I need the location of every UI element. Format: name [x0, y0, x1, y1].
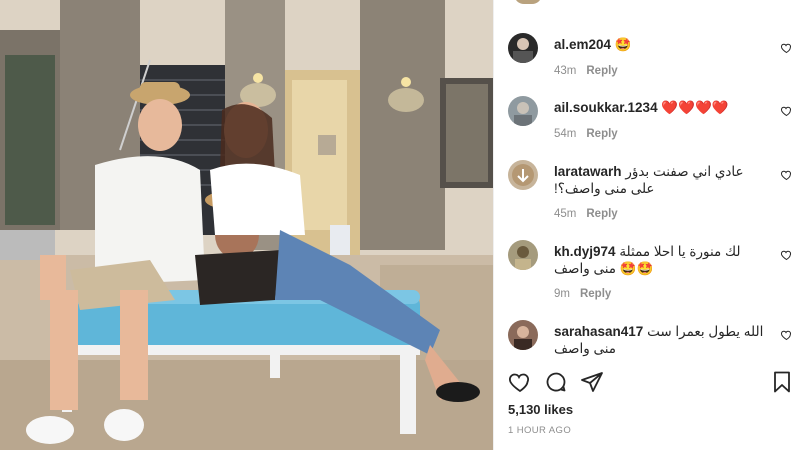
- avatar[interactable]: [514, 0, 542, 4]
- comment-username[interactable]: al.em204: [554, 37, 611, 52]
- heart-icon[interactable]: [780, 105, 793, 117]
- comment-time[interactable]: 9m: [554, 288, 570, 300]
- reply-button[interactable]: Reply: [586, 65, 617, 77]
- comment-text-line2: منى واصف 🤩🤩: [554, 261, 654, 276]
- likes-count[interactable]: 5,130 likes: [508, 402, 573, 417]
- comment-username[interactable]: kh.dyj974: [554, 244, 616, 259]
- comment-text: 🤩: [614, 37, 632, 52]
- heart-icon[interactable]: [780, 169, 793, 181]
- comment-text: الله يطول بعمرا ست: [647, 324, 764, 339]
- comment-text: لك منورة يا احلا ممثلة: [619, 244, 741, 259]
- comment-username[interactable]: laratawarh: [554, 164, 622, 179]
- post-photo[interactable]: [0, 0, 493, 450]
- comment-time[interactable]: 54m: [554, 128, 576, 140]
- comment-username[interactable]: sarahasan417: [554, 324, 643, 339]
- heart-icon[interactable]: [780, 249, 793, 261]
- comment-icon[interactable]: [544, 370, 568, 394]
- comment-username[interactable]: ail.soukkar.1234: [554, 100, 658, 115]
- comment-time[interactable]: 45m: [554, 208, 576, 220]
- reply-button[interactable]: Reply: [586, 208, 617, 220]
- heart-icon[interactable]: [508, 370, 532, 394]
- comments-panel: al.em204 🤩 43m Reply ail.soukkar.1234 ❤️❤…: [493, 0, 800, 450]
- avatar[interactable]: [508, 320, 538, 350]
- avatar[interactable]: [508, 240, 538, 270]
- comment-text-line2: !على منى واصف؟: [554, 181, 655, 196]
- avatar[interactable]: [508, 160, 538, 190]
- reply-button[interactable]: Reply: [580, 288, 611, 300]
- reply-button[interactable]: Reply: [586, 128, 617, 140]
- bookmark-icon[interactable]: [770, 370, 794, 394]
- post-timestamp[interactable]: 1 HOUR AGO: [508, 425, 571, 436]
- avatar[interactable]: [508, 33, 538, 63]
- comment-text: ❤️❤️❤️❤️: [661, 100, 729, 115]
- heart-icon[interactable]: [780, 42, 793, 54]
- avatar[interactable]: [508, 96, 538, 126]
- post-image: [0, 0, 493, 450]
- share-icon[interactable]: [580, 370, 604, 394]
- comment-time[interactable]: 43m: [554, 65, 576, 77]
- comment-text-line2: منى واصف: [554, 341, 617, 356]
- heart-icon[interactable]: [780, 329, 793, 341]
- post-action-bar: [508, 370, 793, 396]
- comment-text: عادي اني صفنت بدؤر: [625, 164, 744, 179]
